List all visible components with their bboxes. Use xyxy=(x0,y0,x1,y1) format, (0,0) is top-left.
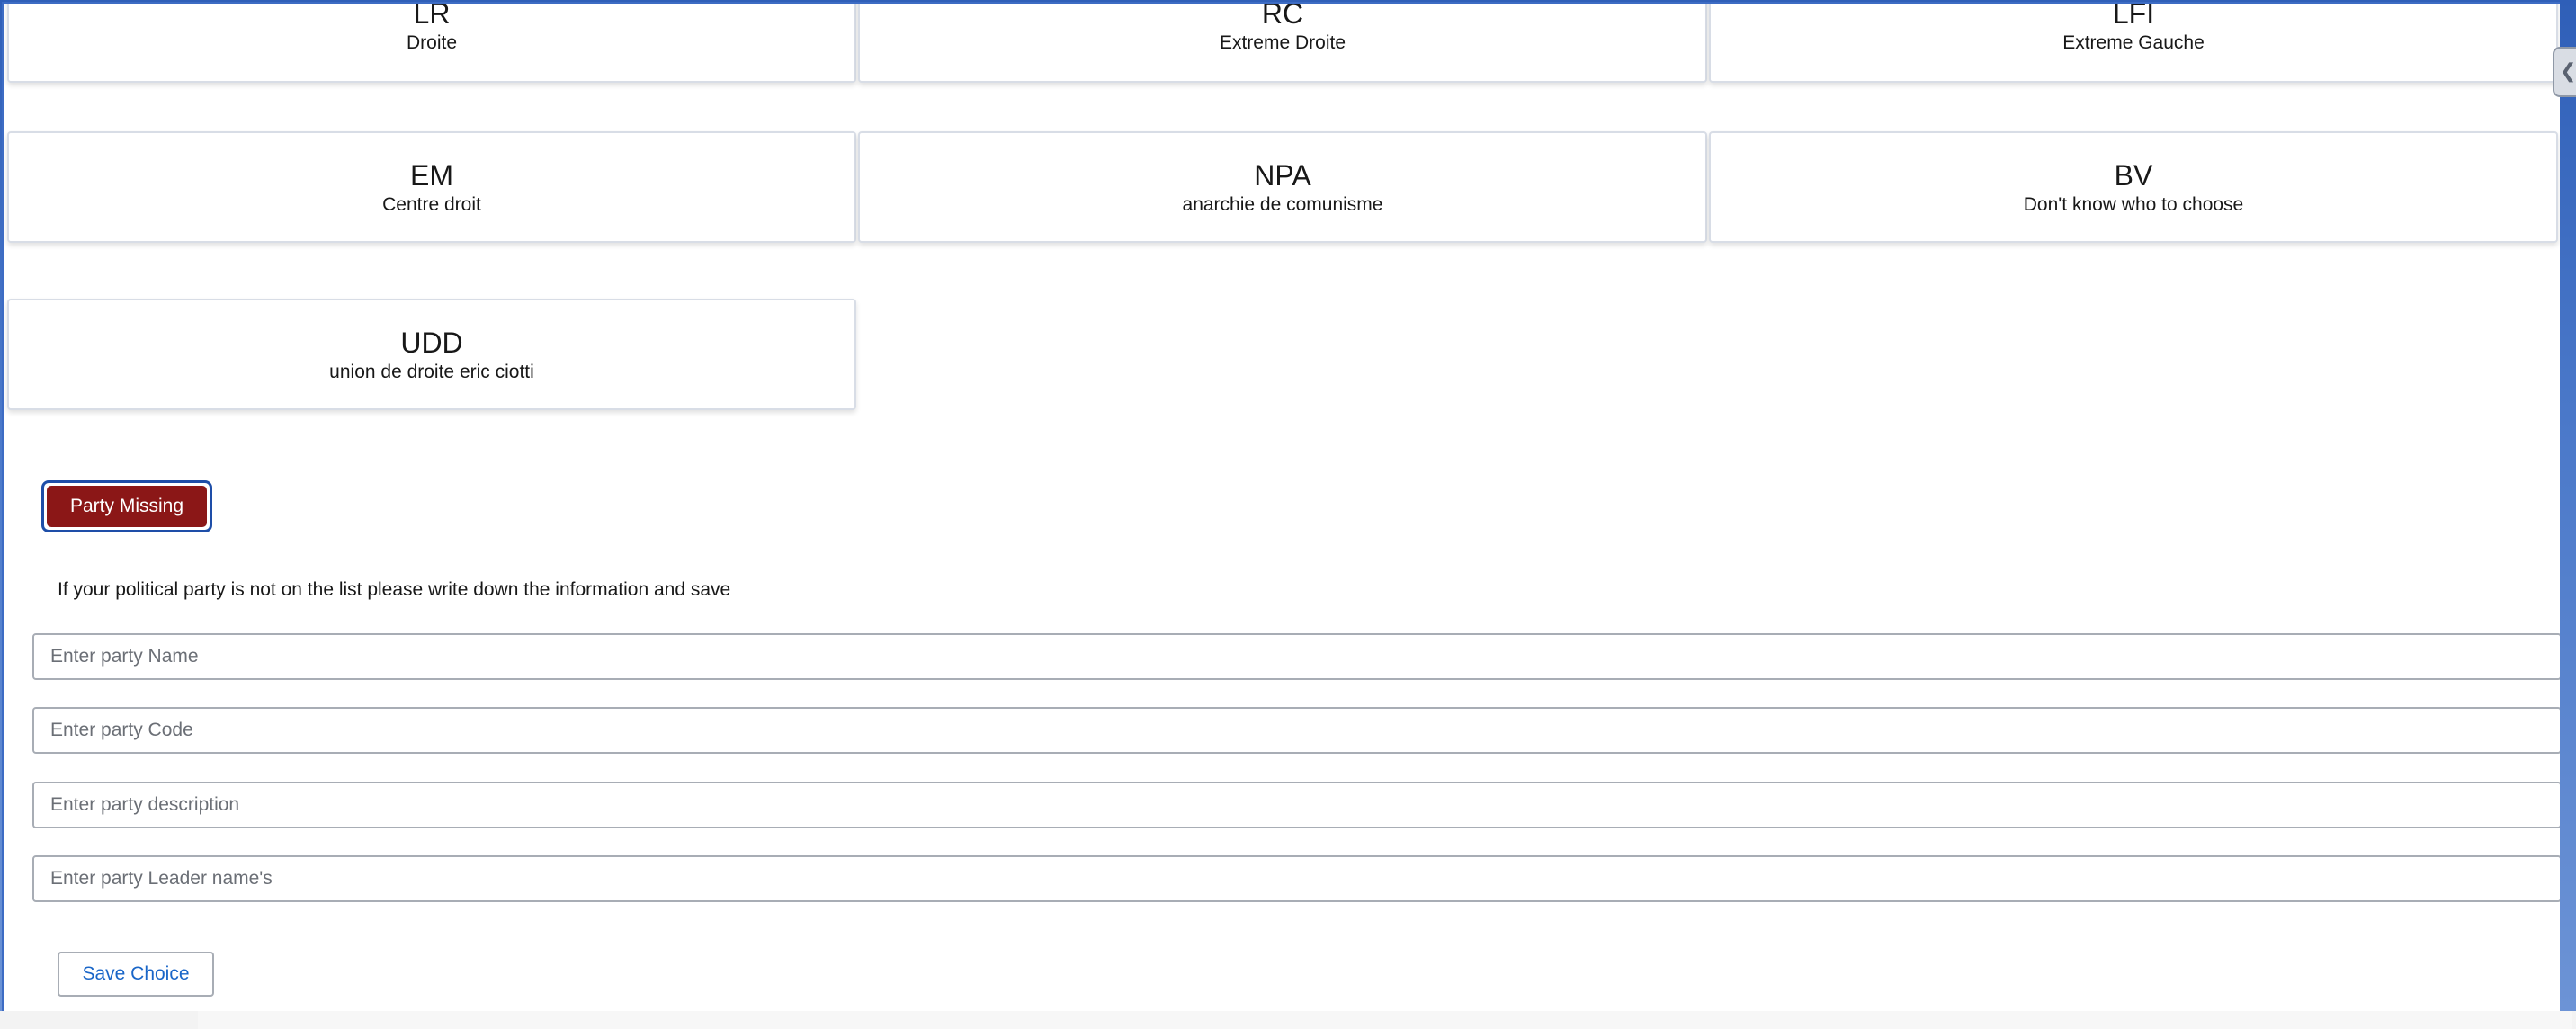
party-card-lr[interactable]: LR Droite xyxy=(7,2,856,83)
party-card-bv[interactable]: BV Don't know who to choose xyxy=(1709,131,2558,243)
party-description-input[interactable] xyxy=(32,782,2560,828)
party-description: anarchie de comunisme xyxy=(1182,194,1383,215)
bottom-strip-inner xyxy=(198,1011,2572,1029)
missing-party-hint: If your political party is not on the li… xyxy=(58,579,731,600)
party-description: Don't know who to choose xyxy=(2023,194,2244,215)
party-code: LFI xyxy=(2112,2,2155,30)
party-name-input[interactable] xyxy=(32,633,2560,680)
party-description: Droite xyxy=(406,32,458,53)
party-missing-label: Party Missing xyxy=(47,486,207,527)
party-card-em[interactable]: EM Centre droit xyxy=(7,131,856,243)
party-card-lfi[interactable]: LFI Extreme Gauche xyxy=(1709,2,2558,83)
party-code-input[interactable] xyxy=(32,707,2560,754)
party-leader-input[interactable] xyxy=(32,855,2560,902)
party-code: EM xyxy=(410,159,453,192)
party-description: Centre droit xyxy=(382,194,481,215)
party-card-npa[interactable]: NPA anarchie de comunisme xyxy=(858,131,1707,243)
save-choice-button[interactable]: Save Choice xyxy=(58,952,214,997)
party-code: BV xyxy=(2114,159,2153,192)
party-missing-button[interactable]: Party Missing xyxy=(41,480,212,532)
party-description: Extreme Droite xyxy=(1219,32,1346,53)
party-description: Extreme Gauche xyxy=(2062,32,2205,53)
party-card-udd[interactable]: UDD union de droite eric ciotti xyxy=(7,299,856,410)
party-selection-panel: LR Droite RC Extreme Droite LFI Extreme … xyxy=(2,2,2560,1011)
party-description: union de droite eric ciotti xyxy=(329,362,534,382)
party-card-rc[interactable]: RC Extreme Droite xyxy=(858,2,1707,83)
party-code: UDD xyxy=(400,327,463,359)
party-code: RC xyxy=(1261,2,1304,30)
party-code: NPA xyxy=(1254,159,1311,192)
bottom-strip xyxy=(0,1011,2576,1029)
party-code: LR xyxy=(413,2,451,30)
chevron-left-icon: ❮ xyxy=(2560,59,2576,82)
side-panel-tab[interactable]: ❮ xyxy=(2553,47,2576,97)
